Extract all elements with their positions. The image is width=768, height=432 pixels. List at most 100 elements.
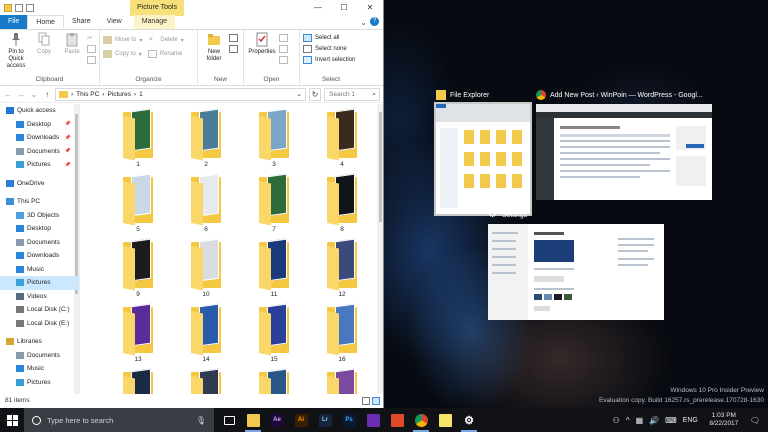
taskview-card-chrome[interactable]: Add New Post ‹ WinPoin — WordPress - Goo… bbox=[536, 88, 712, 200]
people-icon[interactable]: ⚇ bbox=[613, 416, 620, 425]
cut-button[interactable]: ✂ bbox=[87, 34, 96, 42]
folder-item[interactable]: 11 bbox=[240, 238, 308, 305]
history-button[interactable] bbox=[279, 56, 288, 64]
address-dropdown-icon[interactable]: ⌄ bbox=[297, 90, 305, 98]
tab-file[interactable]: File bbox=[0, 15, 28, 29]
close-button[interactable]: ✕ bbox=[357, 0, 383, 16]
nav-item-videos[interactable]: Videos bbox=[0, 290, 79, 304]
tab-manage[interactable]: Manage bbox=[133, 15, 175, 29]
new-folder-qa-icon[interactable] bbox=[26, 4, 34, 12]
show-hidden-icons-chevron-icon[interactable]: ^ bbox=[626, 416, 630, 425]
delete-button[interactable]: ✕ Delete ▾ bbox=[148, 36, 183, 44]
task-view-taskbar-button[interactable] bbox=[218, 408, 240, 432]
move-to-button[interactable]: Move to ▾ bbox=[103, 36, 142, 44]
search-input[interactable]: Search 1 ⌕ bbox=[324, 87, 380, 101]
back-arrow-icon[interactable]: ← bbox=[3, 90, 13, 99]
help-icon[interactable]: ? bbox=[370, 17, 379, 26]
nav-item-quick-access[interactable]: Quick access bbox=[0, 104, 79, 118]
folder-item[interactable]: 4 bbox=[308, 108, 376, 175]
folder-item[interactable]: 13 bbox=[104, 303, 172, 370]
file-explorer-taskbar-button[interactable] bbox=[242, 408, 264, 432]
taskbar-search-box[interactable]: Type here to search 🎙 bbox=[24, 408, 214, 432]
nav-item-documents[interactable]: Documents bbox=[0, 236, 79, 250]
nav-item-desktop[interactable]: Desktop 📌 bbox=[0, 118, 79, 132]
open-button[interactable] bbox=[279, 34, 288, 42]
folder-item[interactable]: 12 bbox=[308, 238, 376, 305]
nav-item-local-disk-e[interactable]: Local Disk (E:) bbox=[0, 317, 79, 331]
easy-access-button[interactable] bbox=[229, 45, 238, 53]
properties-button[interactable]: Properties bbox=[247, 32, 277, 75]
address-bar[interactable]: › This PC › Pictures › 1 ⌄ bbox=[55, 87, 306, 101]
folder-item[interactable]: 16 bbox=[308, 303, 376, 370]
folder-item[interactable] bbox=[104, 368, 172, 394]
file-list-scrollbar[interactable] bbox=[377, 104, 383, 394]
photoshop-taskbar-button[interactable]: Ps bbox=[338, 408, 360, 432]
copy-to-button[interactable]: Copy to ▾ bbox=[103, 50, 142, 58]
action-center-icon[interactable]: 🗨 bbox=[750, 416, 760, 425]
folder-item[interactable]: 1 bbox=[104, 108, 172, 175]
folder-item[interactable]: 8 bbox=[308, 173, 376, 240]
file-list[interactable]: 1 2 3 4 5 6 7 8 9 10 11 12 13 14 15 16 bbox=[80, 104, 383, 394]
nav-item-pictures[interactable]: Pictures 📌 bbox=[0, 158, 79, 172]
invert-selection-button[interactable]: Invert selection bbox=[303, 56, 359, 64]
nav-item-3d-objects[interactable]: 3D Objects bbox=[0, 209, 79, 223]
navigation-pane[interactable]: Quick access Desktop 📌 Downloads 📌 Documents 📌… bbox=[0, 104, 80, 394]
folder-item[interactable]: 3 bbox=[240, 108, 308, 175]
folder-item[interactable]: 15 bbox=[240, 303, 308, 370]
copy-button[interactable]: Copy bbox=[31, 32, 57, 75]
folder-item[interactable] bbox=[172, 368, 240, 394]
rename-button[interactable]: Rename bbox=[147, 50, 182, 58]
chrome-taskbar-button[interactable] bbox=[410, 408, 432, 432]
folder-item[interactable]: 6 bbox=[172, 173, 240, 240]
nav-item-documents[interactable]: Documents 📌 bbox=[0, 145, 79, 159]
visual-studio-taskbar-button[interactable] bbox=[362, 408, 384, 432]
volume-icon[interactable]: 🔊 bbox=[649, 416, 659, 425]
folder-item[interactable]: 10 bbox=[172, 238, 240, 305]
nav-item-pictures[interactable]: Pictures bbox=[0, 276, 79, 290]
breadcrumb-pictures[interactable]: Pictures bbox=[107, 91, 130, 98]
illustrator-taskbar-button[interactable]: Ai bbox=[290, 408, 312, 432]
settings-taskbar-button[interactable]: ⚙ bbox=[458, 408, 480, 432]
details-view-icon[interactable] bbox=[362, 397, 370, 405]
new-folder-button[interactable]: New folder bbox=[201, 32, 227, 75]
maximize-button[interactable]: ☐ bbox=[331, 0, 357, 16]
keyboard-icon[interactable]: ⌨ bbox=[665, 416, 677, 425]
paste-button[interactable]: Paste bbox=[59, 32, 85, 75]
chevron-down-icon[interactable]: ⌄ bbox=[360, 18, 367, 27]
microphone-icon[interactable]: 🎙 bbox=[196, 416, 206, 425]
taskview-card-settings[interactable]: ⚙ Settings bbox=[488, 208, 664, 320]
breadcrumb-1[interactable]: 1 bbox=[139, 91, 143, 98]
clock[interactable]: 1:03 PM 8/22/2017 bbox=[704, 412, 744, 428]
forward-arrow-icon[interactable]: → bbox=[16, 90, 26, 99]
refresh-icon[interactable]: ↻ bbox=[309, 87, 321, 101]
office-taskbar-button[interactable] bbox=[386, 408, 408, 432]
nav-item-onedrive[interactable]: OneDrive bbox=[0, 177, 79, 191]
nav-item-desktop[interactable]: Desktop bbox=[0, 222, 79, 236]
edit-button[interactable] bbox=[279, 45, 288, 53]
tab-share[interactable]: Share bbox=[64, 15, 99, 29]
nav-item-downloads[interactable]: Downloads bbox=[0, 249, 79, 263]
folder-item[interactable]: 14 bbox=[172, 303, 240, 370]
nav-item-documents[interactable]: Documents bbox=[0, 349, 79, 363]
folder-item[interactable]: 9 bbox=[104, 238, 172, 305]
nav-item-this-pc[interactable]: This PC bbox=[0, 195, 79, 209]
nav-item-libraries[interactable]: Libraries bbox=[0, 335, 79, 349]
up-arrow-icon[interactable]: ↑ bbox=[42, 90, 52, 99]
after-effects-taskbar-button[interactable]: Ae bbox=[266, 408, 288, 432]
language-indicator[interactable]: ENG bbox=[683, 417, 698, 424]
select-all-button[interactable]: Select all bbox=[303, 34, 359, 42]
minimize-button[interactable]: — bbox=[305, 0, 331, 16]
new-item-button[interactable] bbox=[229, 34, 238, 42]
file-explorer-window[interactable]: Picture Tools — ☐ ✕ File Home Share View… bbox=[0, 0, 384, 408]
paste-shortcut-button[interactable] bbox=[87, 56, 96, 64]
lightroom-taskbar-button[interactable]: Lr bbox=[314, 408, 336, 432]
nav-item-downloads[interactable]: Downloads 📌 bbox=[0, 131, 79, 145]
tab-home[interactable]: Home bbox=[27, 15, 64, 29]
folder-item[interactable]: 7 bbox=[240, 173, 308, 240]
title-bar[interactable]: Picture Tools — ☐ ✕ bbox=[0, 0, 383, 16]
nav-item-music[interactable]: Music bbox=[0, 263, 79, 277]
folder-item[interactable] bbox=[308, 368, 376, 394]
folder-item[interactable]: 2 bbox=[172, 108, 240, 175]
network-icon[interactable]: ▦ bbox=[636, 416, 644, 425]
folder-item[interactable] bbox=[240, 368, 308, 394]
